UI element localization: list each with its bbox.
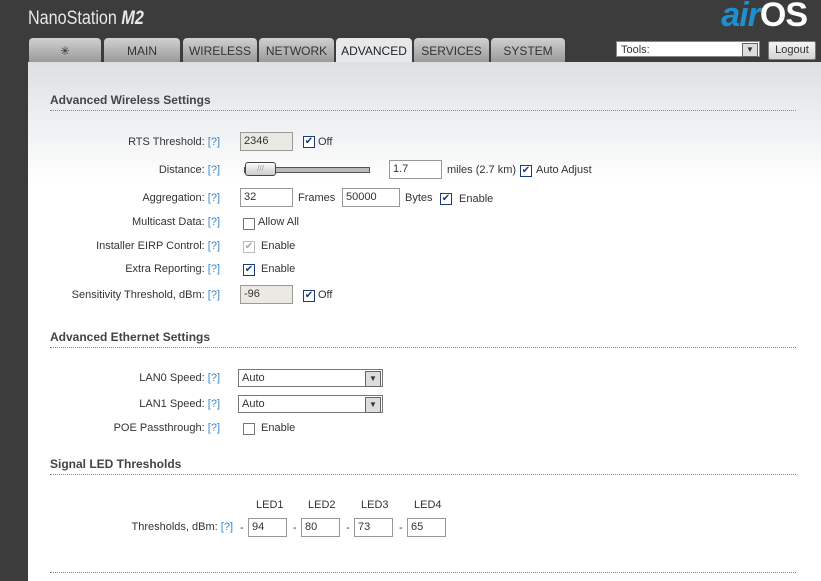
- tools-label: Tools:: [621, 44, 650, 56]
- allow-all-label: Allow All: [258, 216, 299, 228]
- led4-header: LED4: [414, 499, 442, 511]
- section-title-led: Signal LED Thresholds: [50, 457, 796, 475]
- section-title-ethernet: Advanced Ethernet Settings: [50, 330, 796, 348]
- help-link[interactable]: [?]: [208, 422, 220, 434]
- lan0-label: LAN0 Speed: [?]: [139, 372, 220, 384]
- led1-header: LED1: [256, 499, 284, 511]
- auto-adjust-checkbox[interactable]: ✔: [520, 165, 532, 177]
- thresholds-label: Thresholds, dBm: [?]: [131, 521, 234, 533]
- agg-enable-checkbox[interactable]: ✔: [440, 193, 452, 205]
- separator: -: [346, 522, 350, 534]
- lan1-speed-select[interactable]: Auto ▼: [238, 395, 383, 413]
- slider-handle[interactable]: ///: [245, 162, 276, 176]
- led2-header: LED2: [308, 499, 336, 511]
- sensitivity-label: Sensitivity Threshold, dBm: [?]: [71, 289, 220, 301]
- distance-input[interactable]: 1.7: [389, 160, 442, 179]
- rts-input[interactable]: 2346: [240, 132, 293, 151]
- help-link[interactable]: [?]: [208, 136, 220, 148]
- lan1-label: LAN1 Speed: [?]: [139, 398, 220, 410]
- separator: -: [399, 522, 403, 534]
- eirp-checkbox[interactable]: ✔: [243, 241, 255, 253]
- extra-enable-label: Enable: [261, 263, 296, 275]
- lan0-speed-select[interactable]: Auto ▼: [238, 369, 383, 387]
- airos-logo: airOS: [721, 0, 808, 35]
- rts-off-label: Off: [318, 136, 333, 148]
- poe-enable-label: Enable: [261, 422, 296, 434]
- sens-off-checkbox[interactable]: ✔: [303, 290, 315, 302]
- extra-reporting-checkbox[interactable]: ✔: [243, 264, 255, 276]
- help-link[interactable]: [?]: [208, 192, 220, 204]
- bytes-label: Bytes: [405, 192, 433, 204]
- led4-input[interactable]: 65: [407, 518, 446, 537]
- led3-header: LED3: [361, 499, 389, 511]
- distance-unit: miles (2.7 km): [447, 164, 517, 176]
- tab-wireless[interactable]: WIRELESS: [183, 38, 257, 62]
- logo-os: OS: [759, 0, 808, 34]
- distance-label: Distance: [?]: [158, 164, 220, 176]
- poe-label: POE Passthrough: [?]: [113, 422, 220, 434]
- chevron-down-icon: ▼: [742, 43, 758, 57]
- logo-air: air: [721, 0, 761, 34]
- section-title-wireless: Advanced Wireless Settings: [50, 93, 796, 111]
- brand-name: NanoStation: [28, 8, 117, 29]
- tab-ubnt-logo[interactable]: ✳: [29, 38, 101, 62]
- sensitivity-input[interactable]: -96: [240, 285, 293, 304]
- help-link[interactable]: [?]: [208, 263, 220, 275]
- help-link[interactable]: [?]: [208, 164, 220, 176]
- divider: [50, 572, 796, 573]
- eirp-label: Installer EIRP Control: [?]: [96, 240, 220, 252]
- tab-advanced[interactable]: ADVANCED: [336, 38, 412, 63]
- tab-network[interactable]: NETWORK: [259, 38, 334, 62]
- help-link[interactable]: [?]: [208, 240, 220, 252]
- auto-adjust-label: Auto Adjust: [536, 164, 592, 176]
- help-link[interactable]: [?]: [208, 372, 220, 384]
- extra-reporting-label: Extra Reporting: [?]: [125, 263, 220, 275]
- chevron-down-icon: ▼: [365, 371, 381, 387]
- chevron-down-icon: ▼: [365, 397, 381, 413]
- poe-checkbox[interactable]: [243, 423, 255, 435]
- aggregation-label: Aggregation: [?]: [142, 192, 220, 204]
- led2-input[interactable]: 80: [301, 518, 340, 537]
- tab-system[interactable]: SYSTEM: [491, 38, 565, 62]
- help-link[interactable]: [?]: [221, 521, 233, 533]
- agg-bytes-input[interactable]: 50000: [342, 188, 400, 207]
- agg-enable-label: Enable: [459, 193, 494, 205]
- rts-off-checkbox[interactable]: ✔: [303, 136, 315, 148]
- brand: NanoStation M2: [28, 8, 144, 30]
- agg-frames-input[interactable]: 32: [240, 188, 293, 207]
- led3-input[interactable]: 73: [354, 518, 393, 537]
- brand-model: M2: [121, 8, 144, 29]
- separator: -: [240, 522, 244, 534]
- allow-all-checkbox[interactable]: [243, 218, 255, 230]
- led1-input[interactable]: 94: [248, 518, 287, 537]
- multicast-label: Multicast Data: [?]: [131, 216, 220, 228]
- tools-select[interactable]: Tools: ▼: [616, 41, 760, 57]
- logout-button[interactable]: Logout: [768, 41, 816, 60]
- separator: -: [293, 522, 297, 534]
- rts-label: RTS Threshold: [?]: [128, 136, 220, 148]
- tab-services[interactable]: SERVICES: [414, 38, 489, 62]
- eirp-enable-label: Enable: [261, 240, 296, 252]
- help-link[interactable]: [?]: [208, 289, 220, 301]
- help-link[interactable]: [?]: [208, 398, 220, 410]
- help-link[interactable]: [?]: [208, 216, 220, 228]
- tab-main[interactable]: MAIN: [104, 38, 180, 62]
- ubiquiti-icon: ✳: [59, 44, 71, 58]
- sens-off-label: Off: [318, 289, 333, 301]
- frames-label: Frames: [298, 192, 336, 204]
